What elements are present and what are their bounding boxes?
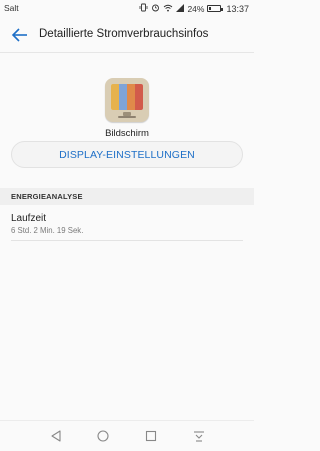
runtime-value: 6 Std. 2 Min. 19 Sek. xyxy=(11,226,84,235)
navigation-bar xyxy=(0,420,254,451)
page-title: Detaillierte Stromverbrauchsinfos xyxy=(39,28,209,40)
app-name: Bildschirm xyxy=(105,128,149,139)
vibrate-icon xyxy=(139,3,148,14)
signal-icon xyxy=(176,3,185,14)
display-icon xyxy=(105,78,149,122)
back-triangle-icon[interactable] xyxy=(49,429,63,443)
battery-icon xyxy=(207,5,224,12)
status-icons: 24% 13:37 xyxy=(139,3,249,14)
app-bar: Detaillierte Stromverbrauchsinfos xyxy=(0,17,254,53)
clock: 13:37 xyxy=(226,3,249,14)
back-button[interactable] xyxy=(10,25,30,45)
row-divider xyxy=(11,240,243,241)
section-header: ENERGIEANALYSE xyxy=(0,188,254,205)
wifi-icon xyxy=(163,4,173,14)
battery-percent: 24% xyxy=(187,3,205,14)
notification-pull-icon[interactable] xyxy=(192,429,206,443)
section-title: ENERGIEANALYSE xyxy=(11,192,83,201)
battery-level-fill xyxy=(209,7,212,10)
header-divider xyxy=(0,52,254,53)
status-bar: Salt 24% 13:37 xyxy=(0,0,254,17)
home-circle-icon[interactable] xyxy=(96,429,110,443)
display-settings-button[interactable]: DISPLAY-EINSTELLUNGEN xyxy=(11,141,243,168)
alarm-icon xyxy=(151,3,160,14)
arrow-left-icon xyxy=(11,28,27,42)
recents-square-icon[interactable] xyxy=(144,429,158,443)
runtime-label: Laufzeit xyxy=(11,213,47,224)
carrier-label: Salt xyxy=(4,3,19,13)
